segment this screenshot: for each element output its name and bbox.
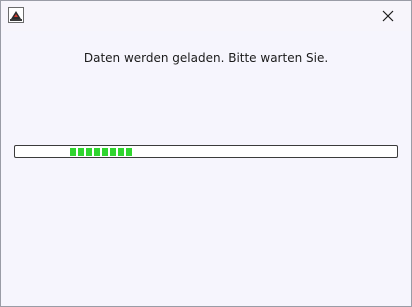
java-app-icon — [8, 7, 24, 23]
progress-segment — [94, 148, 100, 156]
loading-dialog-window: Daten werden geladen. Bitte warten Sie. — [0, 0, 412, 307]
loading-message: Daten werden geladen. Bitte warten Sie. — [83, 51, 329, 65]
progress-fill — [70, 148, 132, 156]
progress-segment — [86, 148, 92, 156]
progress-segment — [70, 148, 76, 156]
close-button[interactable] — [365, 1, 411, 31]
progress-segment — [78, 148, 84, 156]
progress-segment — [102, 148, 108, 156]
close-icon — [382, 10, 394, 22]
progress-bar — [14, 145, 398, 158]
progress-segment — [126, 148, 132, 156]
progress-segment — [110, 148, 116, 156]
title-bar[interactable] — [1, 1, 411, 31]
progress-segment — [118, 148, 124, 156]
